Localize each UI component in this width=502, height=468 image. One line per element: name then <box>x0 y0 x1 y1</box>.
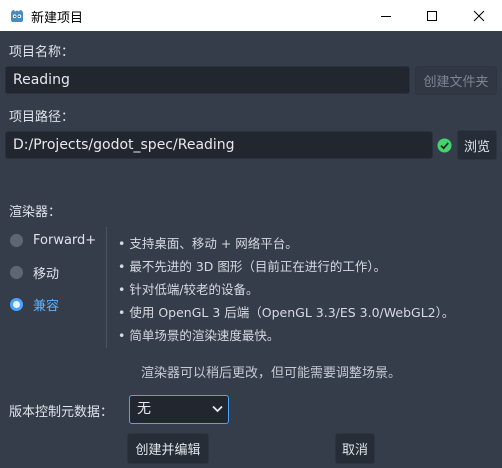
minimize-icon <box>381 15 391 17</box>
renderer-change-note: 渲染器可以稍后更改，但可能需要调整场景。 <box>141 366 402 381</box>
maximize-button[interactable] <box>409 0 455 31</box>
renderer-option-label: 兼容 <box>33 298 60 314</box>
renderer-option-label: Forward+ <box>33 232 97 248</box>
renderer-description-line: • 简单场景的渲染速度最快。 <box>118 328 280 343</box>
renderer-divider <box>106 227 107 348</box>
godot-icon <box>11 10 23 22</box>
close-icon <box>473 10 485 21</box>
radio-button[interactable] <box>10 265 23 279</box>
vcs-metadata-select[interactable]: 无 <box>129 395 229 424</box>
vcs-selected-value: 无 <box>137 401 151 417</box>
radio-button[interactable] <box>10 233 23 247</box>
project-name-input[interactable]: Reading <box>5 66 410 94</box>
project-path-label: 项目路径： <box>9 110 75 125</box>
vcs-metadata-label: 版本控制元数据： <box>9 405 114 420</box>
renderer-option-mobile[interactable]: 移动 <box>10 261 59 283</box>
create-and-edit-button[interactable]: 创建并编辑 <box>127 433 209 464</box>
radio-button-selected[interactable] <box>10 297 23 311</box>
renderer-description-line: • 支持桌面、移动 + 网络平台。 <box>118 236 298 251</box>
renderer-option-label: 移动 <box>33 266 60 282</box>
renderer-description-line: • 最不先进的 3D 图形（目前正在进行的工作）。 <box>118 259 387 274</box>
check-circle-icon <box>437 138 452 153</box>
title-bar: 新建项目 <box>0 0 502 31</box>
cancel-button[interactable]: 取消 <box>335 433 375 464</box>
close-button[interactable] <box>456 0 502 31</box>
chevron-down-icon <box>212 405 223 413</box>
renderer-description-line: • 针对低端/较老的设备。 <box>118 282 259 297</box>
renderer-label: 渲染器： <box>9 205 62 220</box>
browse-button[interactable]: 浏览 <box>457 130 497 160</box>
new-project-dialog: 新建项目 项目名称： Reading 创建文件夹 项目路径： D:/Projec… <box>0 0 502 468</box>
renderer-description-line: • 使用 OpenGL 3 后端（OpenGL 3.3/ES 3.0/WebGL… <box>118 305 455 320</box>
window-title: 新建项目 <box>31 11 84 26</box>
maximize-icon <box>427 10 437 21</box>
project-path-input[interactable]: D:/Projects/godot_spec/Reading <box>5 131 433 159</box>
minimize-button[interactable] <box>363 0 409 31</box>
project-name-label: 项目名称： <box>9 45 75 60</box>
renderer-option-compatibility[interactable]: 兼容 <box>10 293 59 315</box>
create-folder-button[interactable]: 创建文件夹 <box>415 66 497 95</box>
renderer-option-forward-plus[interactable]: Forward+ <box>10 229 96 251</box>
